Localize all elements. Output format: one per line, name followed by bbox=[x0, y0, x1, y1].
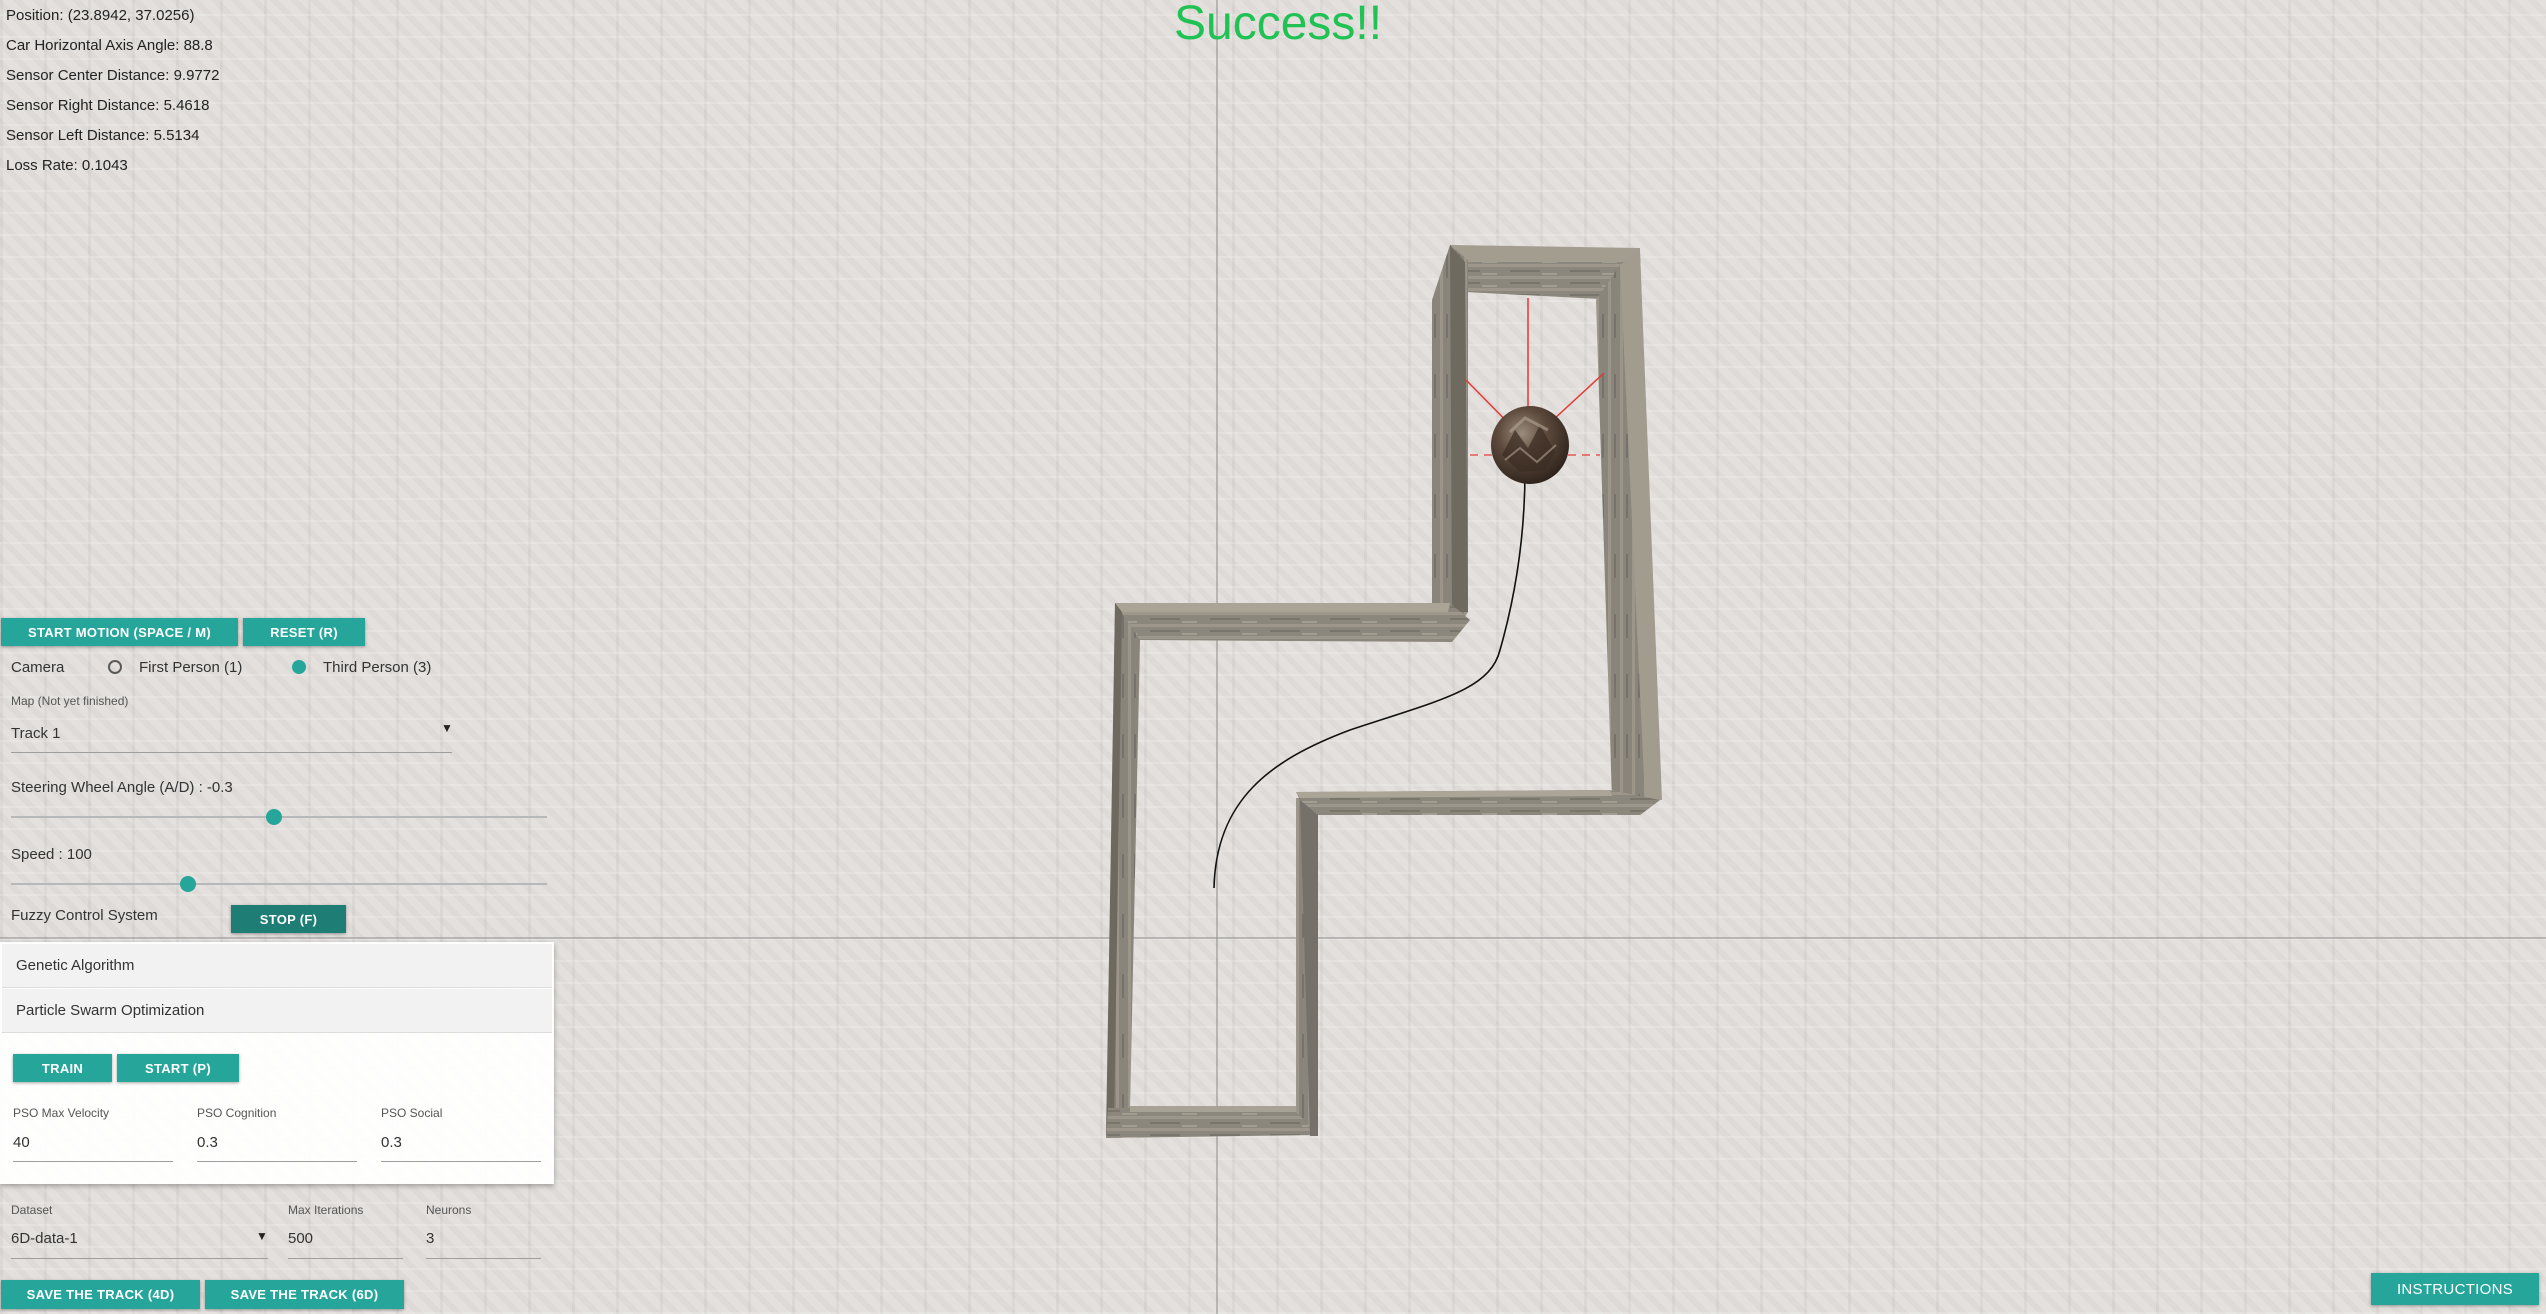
first-person-label[interactable]: First Person (1) bbox=[139, 659, 242, 676]
position-readout: Position: (23.8942, 37.0256) bbox=[6, 7, 195, 24]
track-wall bbox=[1450, 245, 1640, 262]
third-person-radio[interactable] bbox=[292, 660, 306, 674]
sensor-left-readout: Sensor Left Distance: 5.5134 bbox=[6, 127, 200, 144]
track-wall bbox=[1115, 603, 1450, 612]
reset-button[interactable]: RESET (R) bbox=[243, 618, 365, 646]
save-track-6d-button[interactable]: SAVE THE TRACK (6D) bbox=[205, 1280, 404, 1309]
pso-social-input[interactable]: 0.3 bbox=[381, 1123, 541, 1162]
camera-label: Camera bbox=[11, 659, 65, 676]
car-path bbox=[1213, 469, 1526, 889]
start-motion-button[interactable]: START MOTION (SPACE / M) bbox=[1, 618, 238, 646]
pso-max-velocity-input[interactable]: 40 bbox=[13, 1123, 173, 1162]
sphere-car-icon bbox=[1491, 406, 1569, 484]
pso-max-velocity-label: PSO Max Velocity bbox=[13, 1106, 110, 1120]
map-select[interactable]: Track 1 bbox=[11, 714, 452, 753]
pso-max-velocity-value: 40 bbox=[13, 1133, 30, 1151]
speed-slider-thumb[interactable] bbox=[180, 876, 196, 892]
track-wall bbox=[1450, 245, 1468, 612]
dataset-select[interactable]: 6D-data-1 bbox=[11, 1218, 268, 1259]
pso-cognition-value: 0.3 bbox=[197, 1133, 218, 1151]
pso-tab[interactable]: Particle Swarm Optimization bbox=[2, 989, 552, 1033]
pso-cognition-input[interactable]: 0.3 bbox=[197, 1123, 357, 1162]
chevron-down-icon: ▼ bbox=[441, 721, 453, 735]
stop-button[interactable]: STOP (F) bbox=[231, 905, 346, 933]
speed-slider-track[interactable] bbox=[11, 883, 547, 885]
axis-angle-readout: Car Horizontal Axis Angle: 88.8 bbox=[6, 37, 213, 54]
max-iterations-value: 500 bbox=[288, 1229, 314, 1247]
map-label: Map (Not yet finished) bbox=[11, 694, 129, 708]
map-select-value: Track 1 bbox=[11, 724, 61, 742]
steering-label: Steering Wheel Angle (A/D) : -0.3 bbox=[11, 779, 233, 796]
pso-social-label: PSO Social bbox=[381, 1106, 443, 1120]
sensor-center-readout: Sensor Center Distance: 9.9772 bbox=[6, 67, 220, 84]
genetic-algorithm-tab[interactable]: Genetic Algorithm bbox=[2, 944, 552, 988]
neurons-value: 3 bbox=[426, 1229, 435, 1247]
first-person-radio[interactable] bbox=[108, 660, 122, 674]
dataset-select-value: 6D-data-1 bbox=[11, 1229, 78, 1247]
start-training-button[interactable]: START (P) bbox=[117, 1054, 239, 1082]
third-person-label[interactable]: Third Person (3) bbox=[323, 659, 431, 676]
train-button[interactable]: TRAIN bbox=[13, 1054, 112, 1082]
neurons-input[interactable]: 3 bbox=[426, 1218, 541, 1259]
chevron-down-icon: ▼ bbox=[256, 1229, 268, 1243]
loss-rate-readout: Loss Rate: 0.1043 bbox=[6, 157, 128, 174]
status-message: Success!! bbox=[1174, 0, 1383, 50]
sensor-right-readout: Sensor Right Distance: 5.4618 bbox=[6, 97, 210, 114]
pso-cognition-label: PSO Cognition bbox=[197, 1106, 277, 1120]
save-track-4d-button[interactable]: SAVE THE TRACK (4D) bbox=[1, 1280, 200, 1309]
fuzzy-control-label: Fuzzy Control System bbox=[11, 907, 158, 924]
dataset-label: Dataset bbox=[11, 1203, 53, 1217]
neurons-label: Neurons bbox=[426, 1203, 472, 1217]
max-iterations-input[interactable]: 500 bbox=[288, 1218, 403, 1259]
instructions-button[interactable]: INSTRUCTIONS bbox=[2371, 1273, 2539, 1305]
pso-social-value: 0.3 bbox=[381, 1133, 402, 1151]
track-wall bbox=[1130, 1106, 1296, 1112]
speed-label: Speed : 100 bbox=[11, 846, 92, 863]
steering-slider-thumb[interactable] bbox=[266, 809, 282, 825]
max-iterations-label: Max Iterations bbox=[288, 1203, 364, 1217]
